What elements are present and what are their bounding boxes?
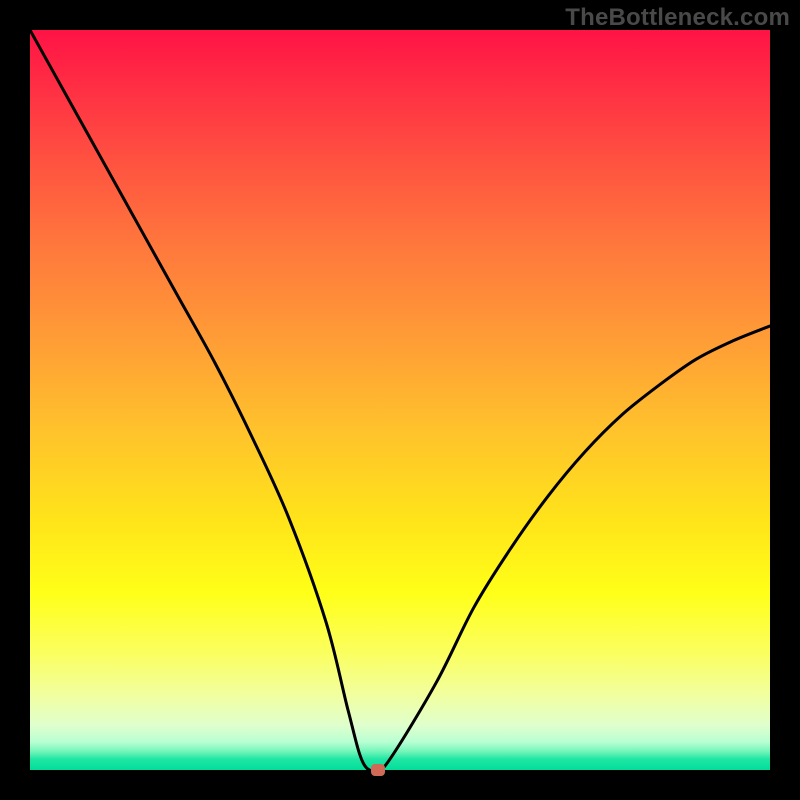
optimal-point-marker bbox=[371, 764, 385, 776]
chart-frame: TheBottleneck.com bbox=[0, 0, 800, 800]
plot-area bbox=[30, 30, 770, 770]
bottleneck-curve bbox=[30, 30, 770, 770]
watermark-text: TheBottleneck.com bbox=[565, 4, 790, 32]
curve-svg bbox=[30, 30, 770, 770]
